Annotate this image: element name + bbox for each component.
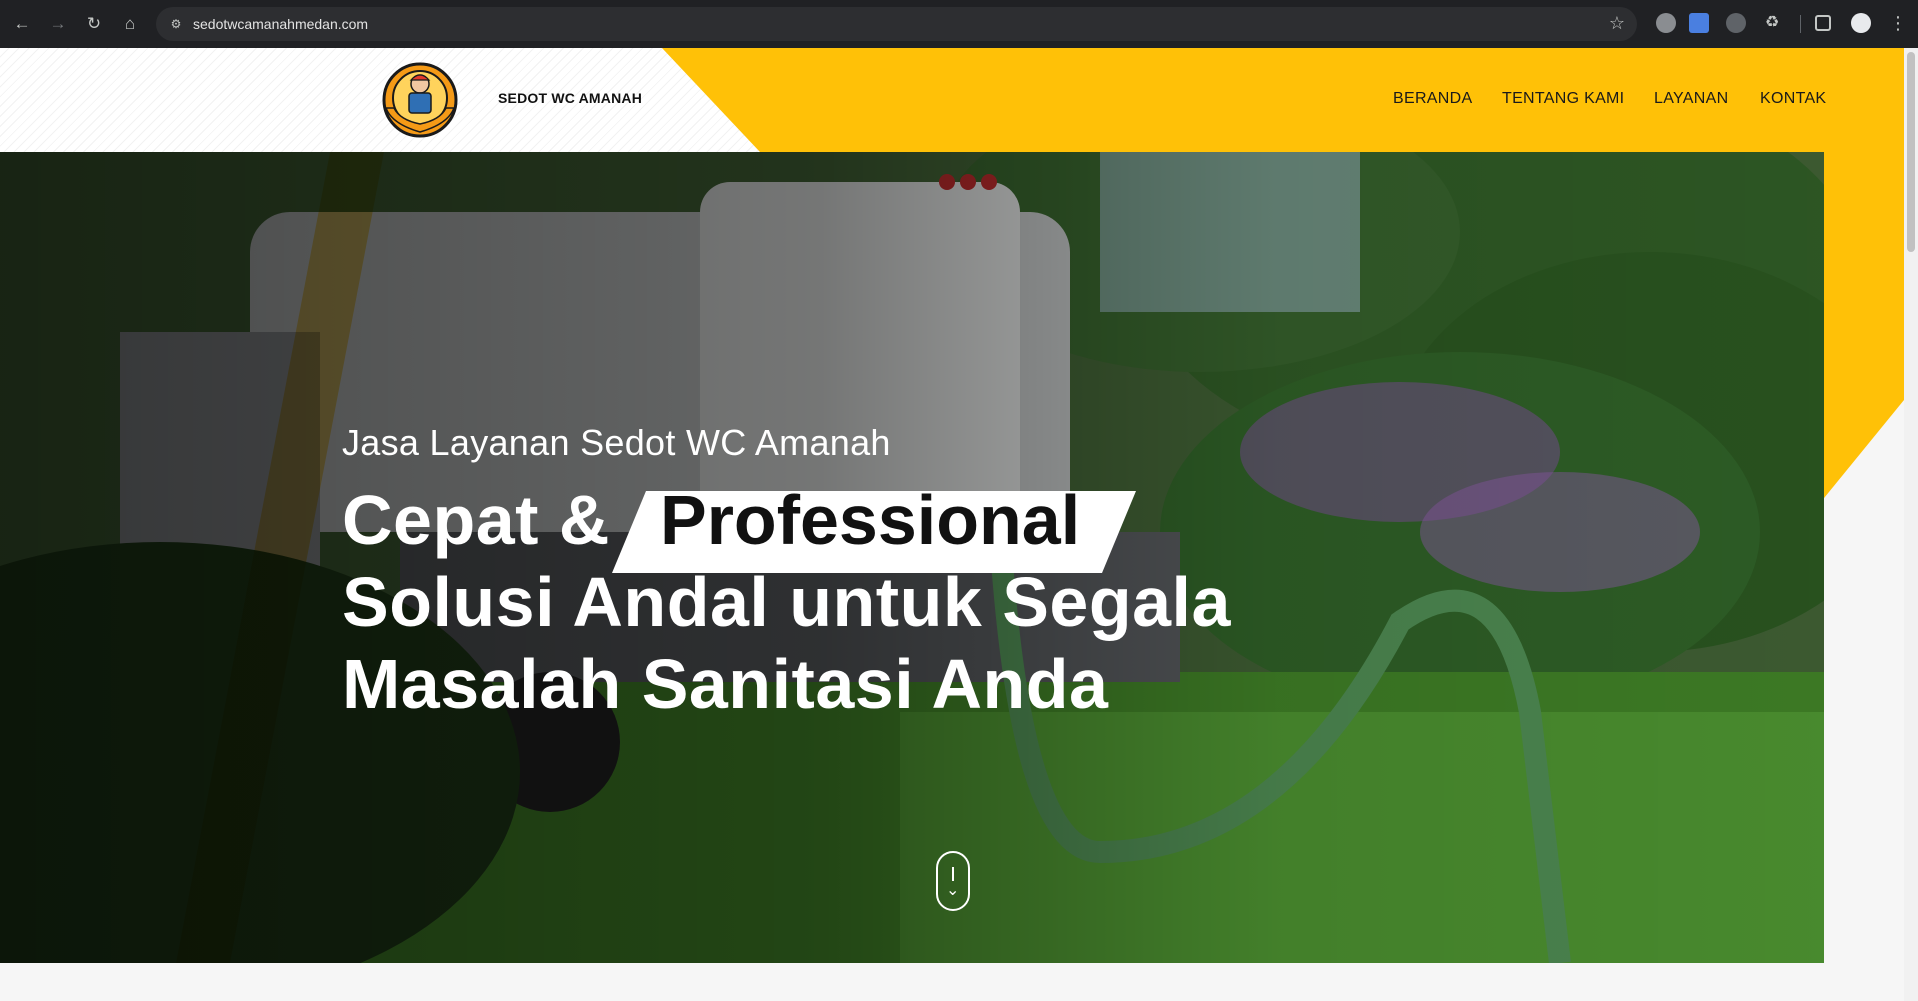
- more-menu-icon[interactable]: ⋮: [1889, 13, 1907, 33]
- forward-arrow-icon[interactable]: →: [45, 11, 71, 37]
- next-section: [0, 963, 1904, 1001]
- extension-gear-icon[interactable]: [1726, 13, 1746, 33]
- back-arrow-icon[interactable]: ←: [9, 11, 35, 37]
- site-info-icon[interactable]: ⚙: [168, 16, 184, 32]
- page-scrollbar[interactable]: [1904, 48, 1918, 1001]
- side-accent-shape: [1820, 152, 1904, 503]
- reload-icon[interactable]: ↻: [81, 11, 107, 37]
- logo-emblem[interactable]: [380, 58, 460, 138]
- home-icon[interactable]: ⌂: [117, 11, 143, 37]
- nav-layanan[interactable]: LAYANAN: [1654, 90, 1728, 108]
- nav-tentang-kami[interactable]: TENTANG KAMI: [1502, 90, 1624, 108]
- hero-section: Jasa Layanan Sedot WC Amanah Cepat & Pro…: [0, 152, 1824, 963]
- address-bar[interactable]: ⚙ sedotwcamanahmedan.com ☆: [156, 7, 1637, 41]
- hero-title-line3: Masalah Sanitasi Anda: [342, 645, 1109, 723]
- nav-beranda[interactable]: BERANDA: [1393, 90, 1472, 108]
- brand-name[interactable]: SEDOT WC AMANAH: [498, 90, 642, 106]
- site-header: SEDOT WC AMANAH BERANDA TENTANG KAMI LAY…: [0, 48, 1904, 152]
- page-viewport: SEDOT WC AMANAH BERANDA TENTANG KAMI LAY…: [0, 48, 1904, 1001]
- bookmark-star-icon[interactable]: ☆: [1609, 13, 1625, 34]
- hero-subtitle: Jasa Layanan Sedot WC Amanah: [342, 422, 891, 463]
- profile-avatar-icon[interactable]: [1851, 13, 1871, 33]
- browser-toolbar: ← → ↻ ⌂ ⚙ sedotwcamanahmedan.com ☆ ♻ ⋮: [0, 0, 1918, 48]
- nav-kontak[interactable]: KONTAK: [1760, 90, 1826, 108]
- hero-title-line1: Cepat &: [342, 481, 610, 559]
- scroll-down-button[interactable]: ⌄: [936, 851, 970, 911]
- toolbar-divider: [1800, 15, 1801, 33]
- scroll-indicator-bar: [952, 867, 954, 881]
- extensions-puzzle-icon[interactable]: ♻: [1762, 13, 1782, 33]
- side-panel-icon[interactable]: [1815, 15, 1831, 31]
- chevron-down-icon: ⌄: [946, 882, 960, 899]
- translate-icon[interactable]: [1689, 13, 1709, 33]
- hero-title-highlight: Professional: [660, 481, 1081, 559]
- url-text[interactable]: sedotwcamanahmedan.com: [193, 16, 368, 32]
- hero-title-line2: Solusi Andal untuk Segala: [342, 563, 1231, 641]
- scrollbar-thumb[interactable]: [1907, 52, 1915, 252]
- extension-icon[interactable]: [1656, 13, 1676, 33]
